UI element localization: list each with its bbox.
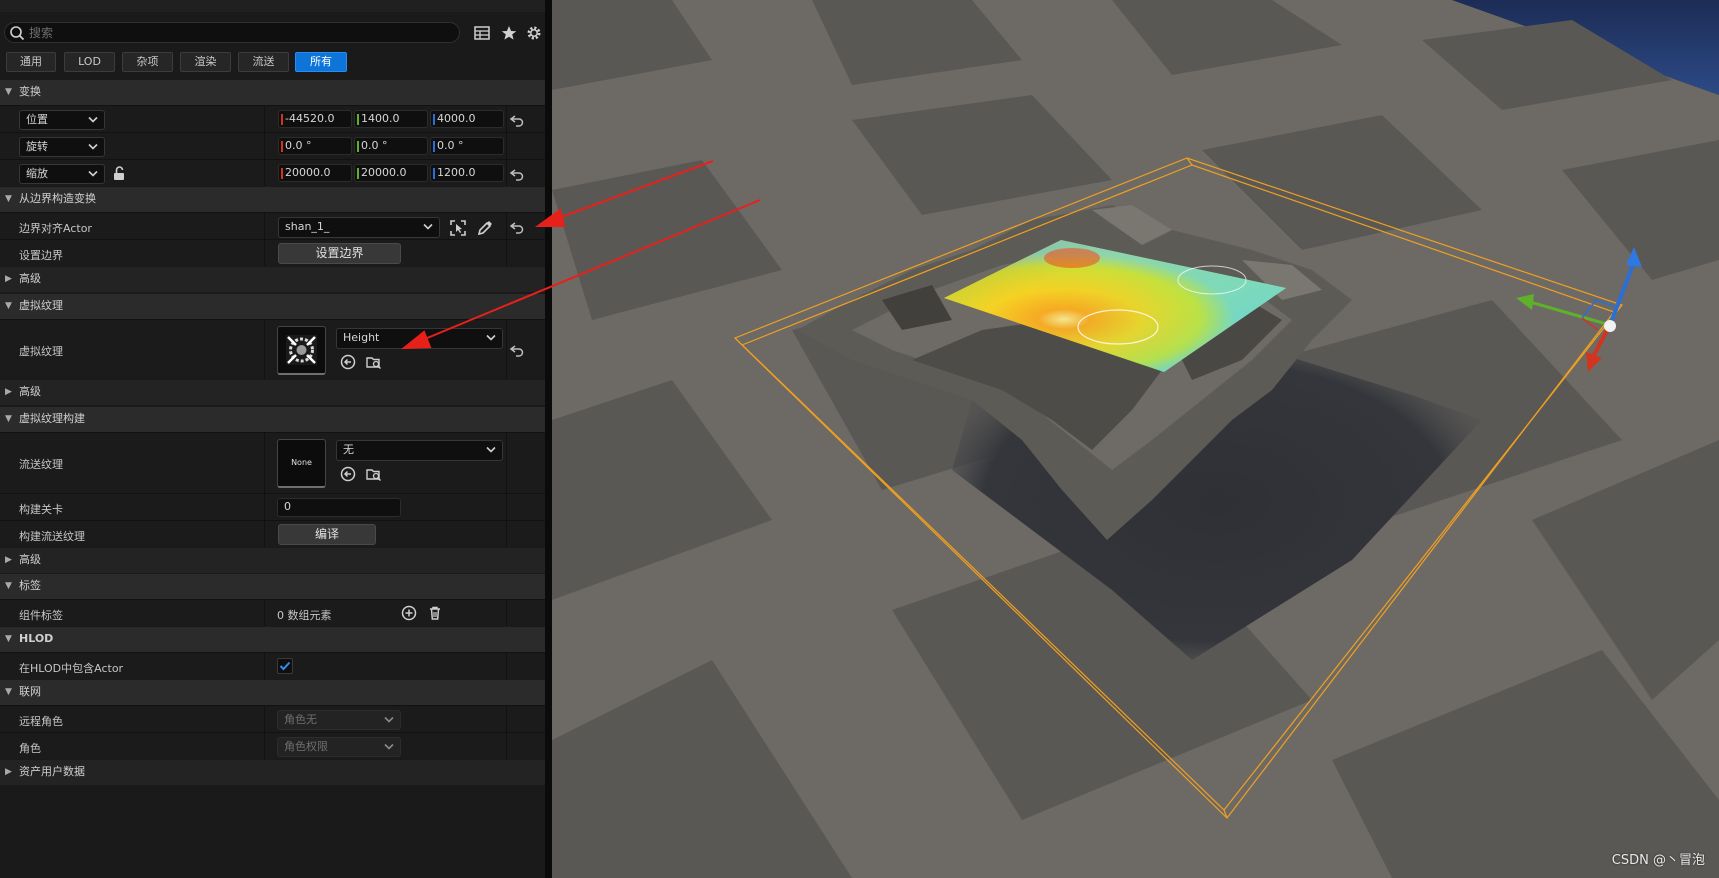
- annotation-arrows: [401, 160, 761, 350]
- annotation-overlay: [401, 160, 761, 350]
- red-arrow-head: [401, 330, 432, 350]
- red-arrow-head: [534, 208, 566, 227]
